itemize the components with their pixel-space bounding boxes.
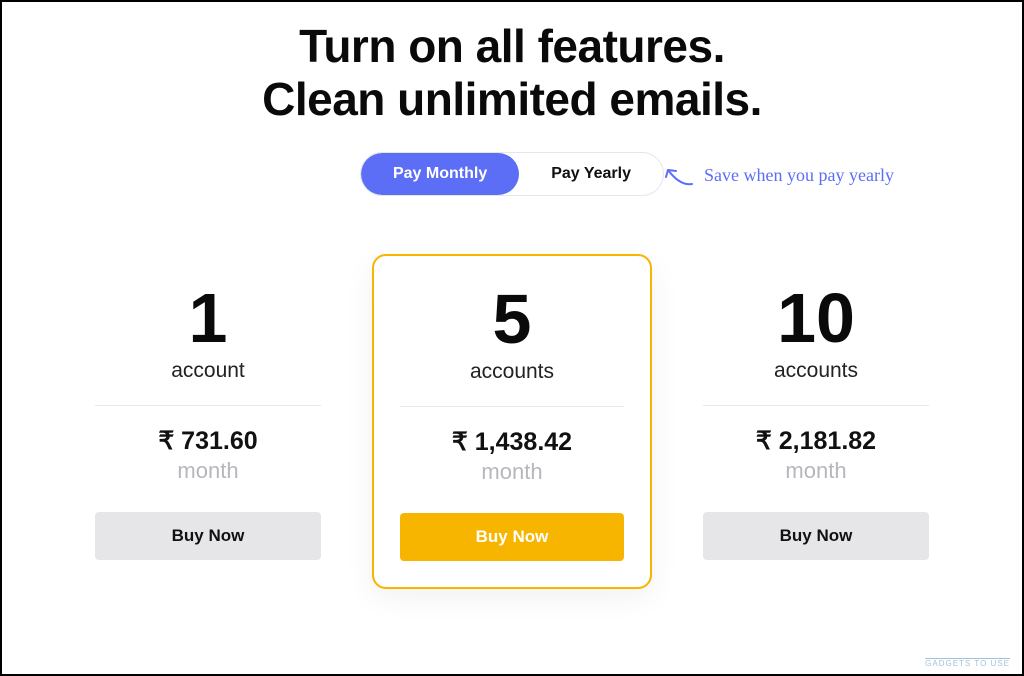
plan-price: ₹ 731.60 — [95, 426, 321, 456]
headline-line-2: Clean unlimited emails. — [262, 73, 762, 125]
billing-toggle: Pay Monthly Pay Yearly — [360, 152, 664, 196]
annotation-text: Save when you pay yearly — [704, 165, 894, 186]
plan-unit: accounts — [703, 359, 929, 383]
arrow-icon — [662, 162, 696, 190]
pay-monthly-tab[interactable]: Pay Monthly — [361, 153, 519, 195]
plan-price: ₹ 1,438.42 — [400, 427, 624, 457]
plan-unit: account — [95, 359, 321, 383]
plan-card-10-accounts: 10 accounts ₹ 2,181.82 month Buy Now — [676, 254, 956, 589]
plan-card-1-account: 1 account ₹ 731.60 month Buy Now — [68, 254, 348, 589]
plan-period: month — [703, 458, 929, 484]
divider — [400, 406, 624, 407]
plan-price: ₹ 2,181.82 — [703, 426, 929, 456]
buy-now-button[interactable]: Buy Now — [400, 513, 624, 561]
plan-quantity: 5 — [400, 284, 624, 354]
watermark: GADGETS TO USE — [925, 659, 1010, 668]
page-headline: Turn on all features. Clean unlimited em… — [2, 20, 1022, 126]
pay-yearly-tab[interactable]: Pay Yearly — [519, 153, 663, 195]
divider — [703, 405, 929, 406]
buy-now-button[interactable]: Buy Now — [95, 512, 321, 560]
headline-line-1: Turn on all features. — [299, 20, 725, 72]
buy-now-button[interactable]: Buy Now — [703, 512, 929, 560]
plan-quantity: 1 — [95, 283, 321, 353]
divider — [95, 405, 321, 406]
plan-quantity: 10 — [703, 283, 929, 353]
yearly-savings-annotation: Save when you pay yearly — [662, 162, 894, 190]
plan-period: month — [400, 459, 624, 485]
plan-unit: accounts — [400, 360, 624, 384]
pricing-cards: 1 account ₹ 731.60 month Buy Now 5 accou… — [2, 254, 1022, 589]
plan-card-5-accounts: 5 accounts ₹ 1,438.42 month Buy Now — [372, 254, 652, 589]
plan-period: month — [95, 458, 321, 484]
